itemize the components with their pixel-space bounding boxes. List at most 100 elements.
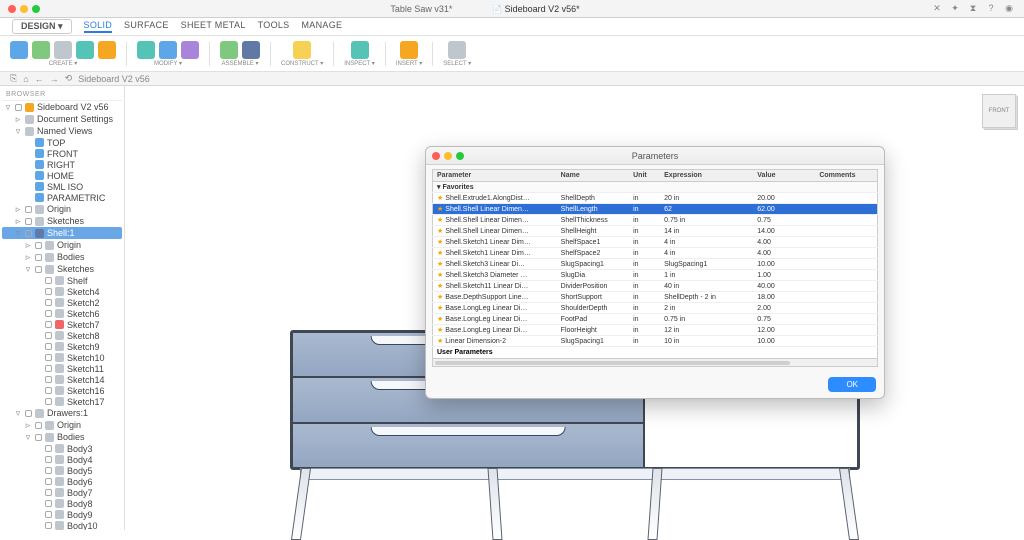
horizontal-scrollbar[interactable] <box>432 359 878 367</box>
tree-item[interactable]: ▿Bodies <box>2 431 122 443</box>
joint-icon[interactable] <box>220 41 238 59</box>
tree-item[interactable]: Sketch10 <box>2 352 122 363</box>
cell-comments[interactable] <box>815 303 877 314</box>
cell-comments[interactable] <box>815 325 877 336</box>
cell-unit[interactable]: in <box>629 193 660 204</box>
cell-unit[interactable]: in <box>629 325 660 336</box>
cell-param[interactable]: Shell.Shell Linear Dimen… <box>433 215 557 226</box>
tree-item[interactable]: TOP <box>2 137 122 148</box>
ribbon-group-label[interactable]: SELECT ▾ <box>443 60 471 67</box>
cell-unit[interactable]: in <box>629 336 660 347</box>
dialog-titlebar[interactable]: Parameters <box>426 147 884 165</box>
ok-button[interactable]: OK <box>828 377 876 392</box>
cell-expr[interactable]: 10 in <box>660 336 753 347</box>
path-item[interactable]: ← <box>35 74 44 84</box>
cell-param[interactable]: Shell.Sketch1 Linear Dim… <box>433 248 557 259</box>
cell-unit[interactable]: in <box>629 292 660 303</box>
cell-expr[interactable]: 0.75 in <box>660 215 753 226</box>
cell-name[interactable]: ShellLength <box>557 204 629 215</box>
cell-expr[interactable]: 14 in <box>660 226 753 237</box>
expand-icon[interactable]: ▹ <box>14 114 22 125</box>
cell-value[interactable]: 62.00 <box>753 204 815 215</box>
tab-surface[interactable]: SURFACE <box>124 20 169 33</box>
cell-expr[interactable]: 1 in <box>660 270 753 281</box>
visibility-toggle[interactable] <box>45 354 52 361</box>
cell-expr[interactable]: 4 in <box>660 237 753 248</box>
parameter-row[interactable]: Shell.Extrude1.AlongDist…ShellDepthin20 … <box>433 193 878 204</box>
cell-unit[interactable]: in <box>629 303 660 314</box>
cell-unit[interactable]: in <box>629 314 660 325</box>
cell-value[interactable]: 1.00 <box>753 270 815 281</box>
cell-unit[interactable]: in <box>629 204 660 215</box>
expand-icon[interactable]: ▿ <box>4 102 12 113</box>
visibility-toggle[interactable] <box>25 206 32 213</box>
cell-param[interactable]: Shell.Sketch3 Diameter … <box>433 270 557 281</box>
expand-icon[interactable]: ▿ <box>24 264 32 275</box>
path-item[interactable]: ⌂ <box>23 74 28 84</box>
minimize-icon[interactable] <box>444 152 452 160</box>
cell-value[interactable]: 4.00 <box>753 237 815 248</box>
tree-item[interactable]: Sketch7 <box>2 319 122 330</box>
parameter-row[interactable]: Shell.Shell Linear Dimen…ShellLengthin 62… <box>433 204 878 215</box>
insert-icon[interactable] <box>400 41 418 59</box>
sketch-icon[interactable] <box>32 41 50 59</box>
cell-name[interactable]: ShortSupport <box>557 292 629 303</box>
visibility-toggle[interactable] <box>25 410 32 417</box>
cell-value[interactable]: 20.00 <box>753 193 815 204</box>
cell-comments[interactable] <box>815 193 877 204</box>
tree-item[interactable]: Body5 <box>2 465 122 476</box>
maximize-icon[interactable] <box>32 5 40 13</box>
column-header[interactable]: Comments <box>815 170 877 182</box>
cell-value[interactable]: 18.00 <box>753 292 815 303</box>
visibility-toggle[interactable] <box>25 230 32 237</box>
expand-icon[interactable]: ▹ <box>24 240 32 251</box>
visibility-toggle[interactable] <box>45 299 52 306</box>
visibility-toggle[interactable] <box>35 422 42 429</box>
tab-manage[interactable]: MANAGE <box>302 20 343 33</box>
parameter-row[interactable]: Shell.Sketch1 Linear Dim…ShelfSpace2in4 … <box>433 248 878 259</box>
cell-name[interactable]: ShelfSpace2 <box>557 248 629 259</box>
cell-expr[interactable]: 20 in <box>660 193 753 204</box>
ribbon-group-label[interactable]: INSPECT ▾ <box>344 60 375 67</box>
cell-unit[interactable]: in <box>629 215 660 226</box>
tree-item[interactable]: Body6 <box>2 476 122 487</box>
path-item[interactable]: ⟲ <box>65 73 73 84</box>
ribbon-group-label[interactable]: ASSEMBLE ▾ <box>221 60 258 67</box>
visibility-toggle[interactable] <box>35 434 42 441</box>
help-icon[interactable]: ? <box>986 3 996 14</box>
tree-item[interactable]: Sketch16 <box>2 385 122 396</box>
cell-name[interactable]: SlugDia <box>557 270 629 281</box>
expand-icon[interactable]: ▿ <box>14 228 22 239</box>
visibility-toggle[interactable] <box>45 456 52 463</box>
tab-tools[interactable]: TOOLS <box>258 20 290 33</box>
cell-param[interactable]: Base.DepthSupport Line… <box>433 292 557 303</box>
tree-item[interactable]: ▿Named Views <box>2 125 122 137</box>
tree-item[interactable]: ▿Sketches <box>2 263 122 275</box>
tab-solid[interactable]: SOLID <box>84 20 113 33</box>
visibility-toggle[interactable] <box>45 522 52 529</box>
cell-unit[interactable]: in <box>629 259 660 270</box>
cell-name[interactable]: ShoulderDepth <box>557 303 629 314</box>
parameters-dialog[interactable]: Parameters ParameterNameUnitExpressionVa… <box>425 146 885 399</box>
plane-icon[interactable] <box>293 41 311 59</box>
ribbon-group-label[interactable]: INSERT ▾ <box>396 60 422 67</box>
model-canvas[interactable]: FRONT <box>125 86 1024 530</box>
box-icon[interactable] <box>54 41 72 59</box>
cell-value[interactable]: 10.00 <box>753 259 815 270</box>
cell-param[interactable]: Shell.Extrude1.AlongDist… <box>433 193 557 204</box>
cell-name[interactable]: FootPad <box>557 314 629 325</box>
cell-param[interactable]: Shell.Shell Linear Dimen… <box>433 204 557 215</box>
parameter-row[interactable]: Base.LongLeg Linear Di…FootPadin0.75 in0… <box>433 314 878 325</box>
tree-item[interactable]: Body3 <box>2 443 122 454</box>
document-tab[interactable]: Table Saw v31* <box>382 2 460 16</box>
column-header[interactable]: Expression <box>660 170 753 182</box>
cell-comments[interactable] <box>815 248 877 259</box>
expand-icon[interactable]: ▿ <box>14 408 22 419</box>
visibility-toggle[interactable] <box>45 500 52 507</box>
browser-panel[interactable]: BROWSER ▿Sideboard V2 v56▹Document Setti… <box>0 86 125 530</box>
visibility-toggle[interactable] <box>45 332 52 339</box>
expand-icon[interactable]: ▿ <box>24 432 32 443</box>
cell-expr[interactable]: 12 in <box>660 325 753 336</box>
cell-param[interactable]: Shell.Shell Linear Dimen… <box>433 226 557 237</box>
tree-item[interactable]: Sketch17 <box>2 396 122 407</box>
